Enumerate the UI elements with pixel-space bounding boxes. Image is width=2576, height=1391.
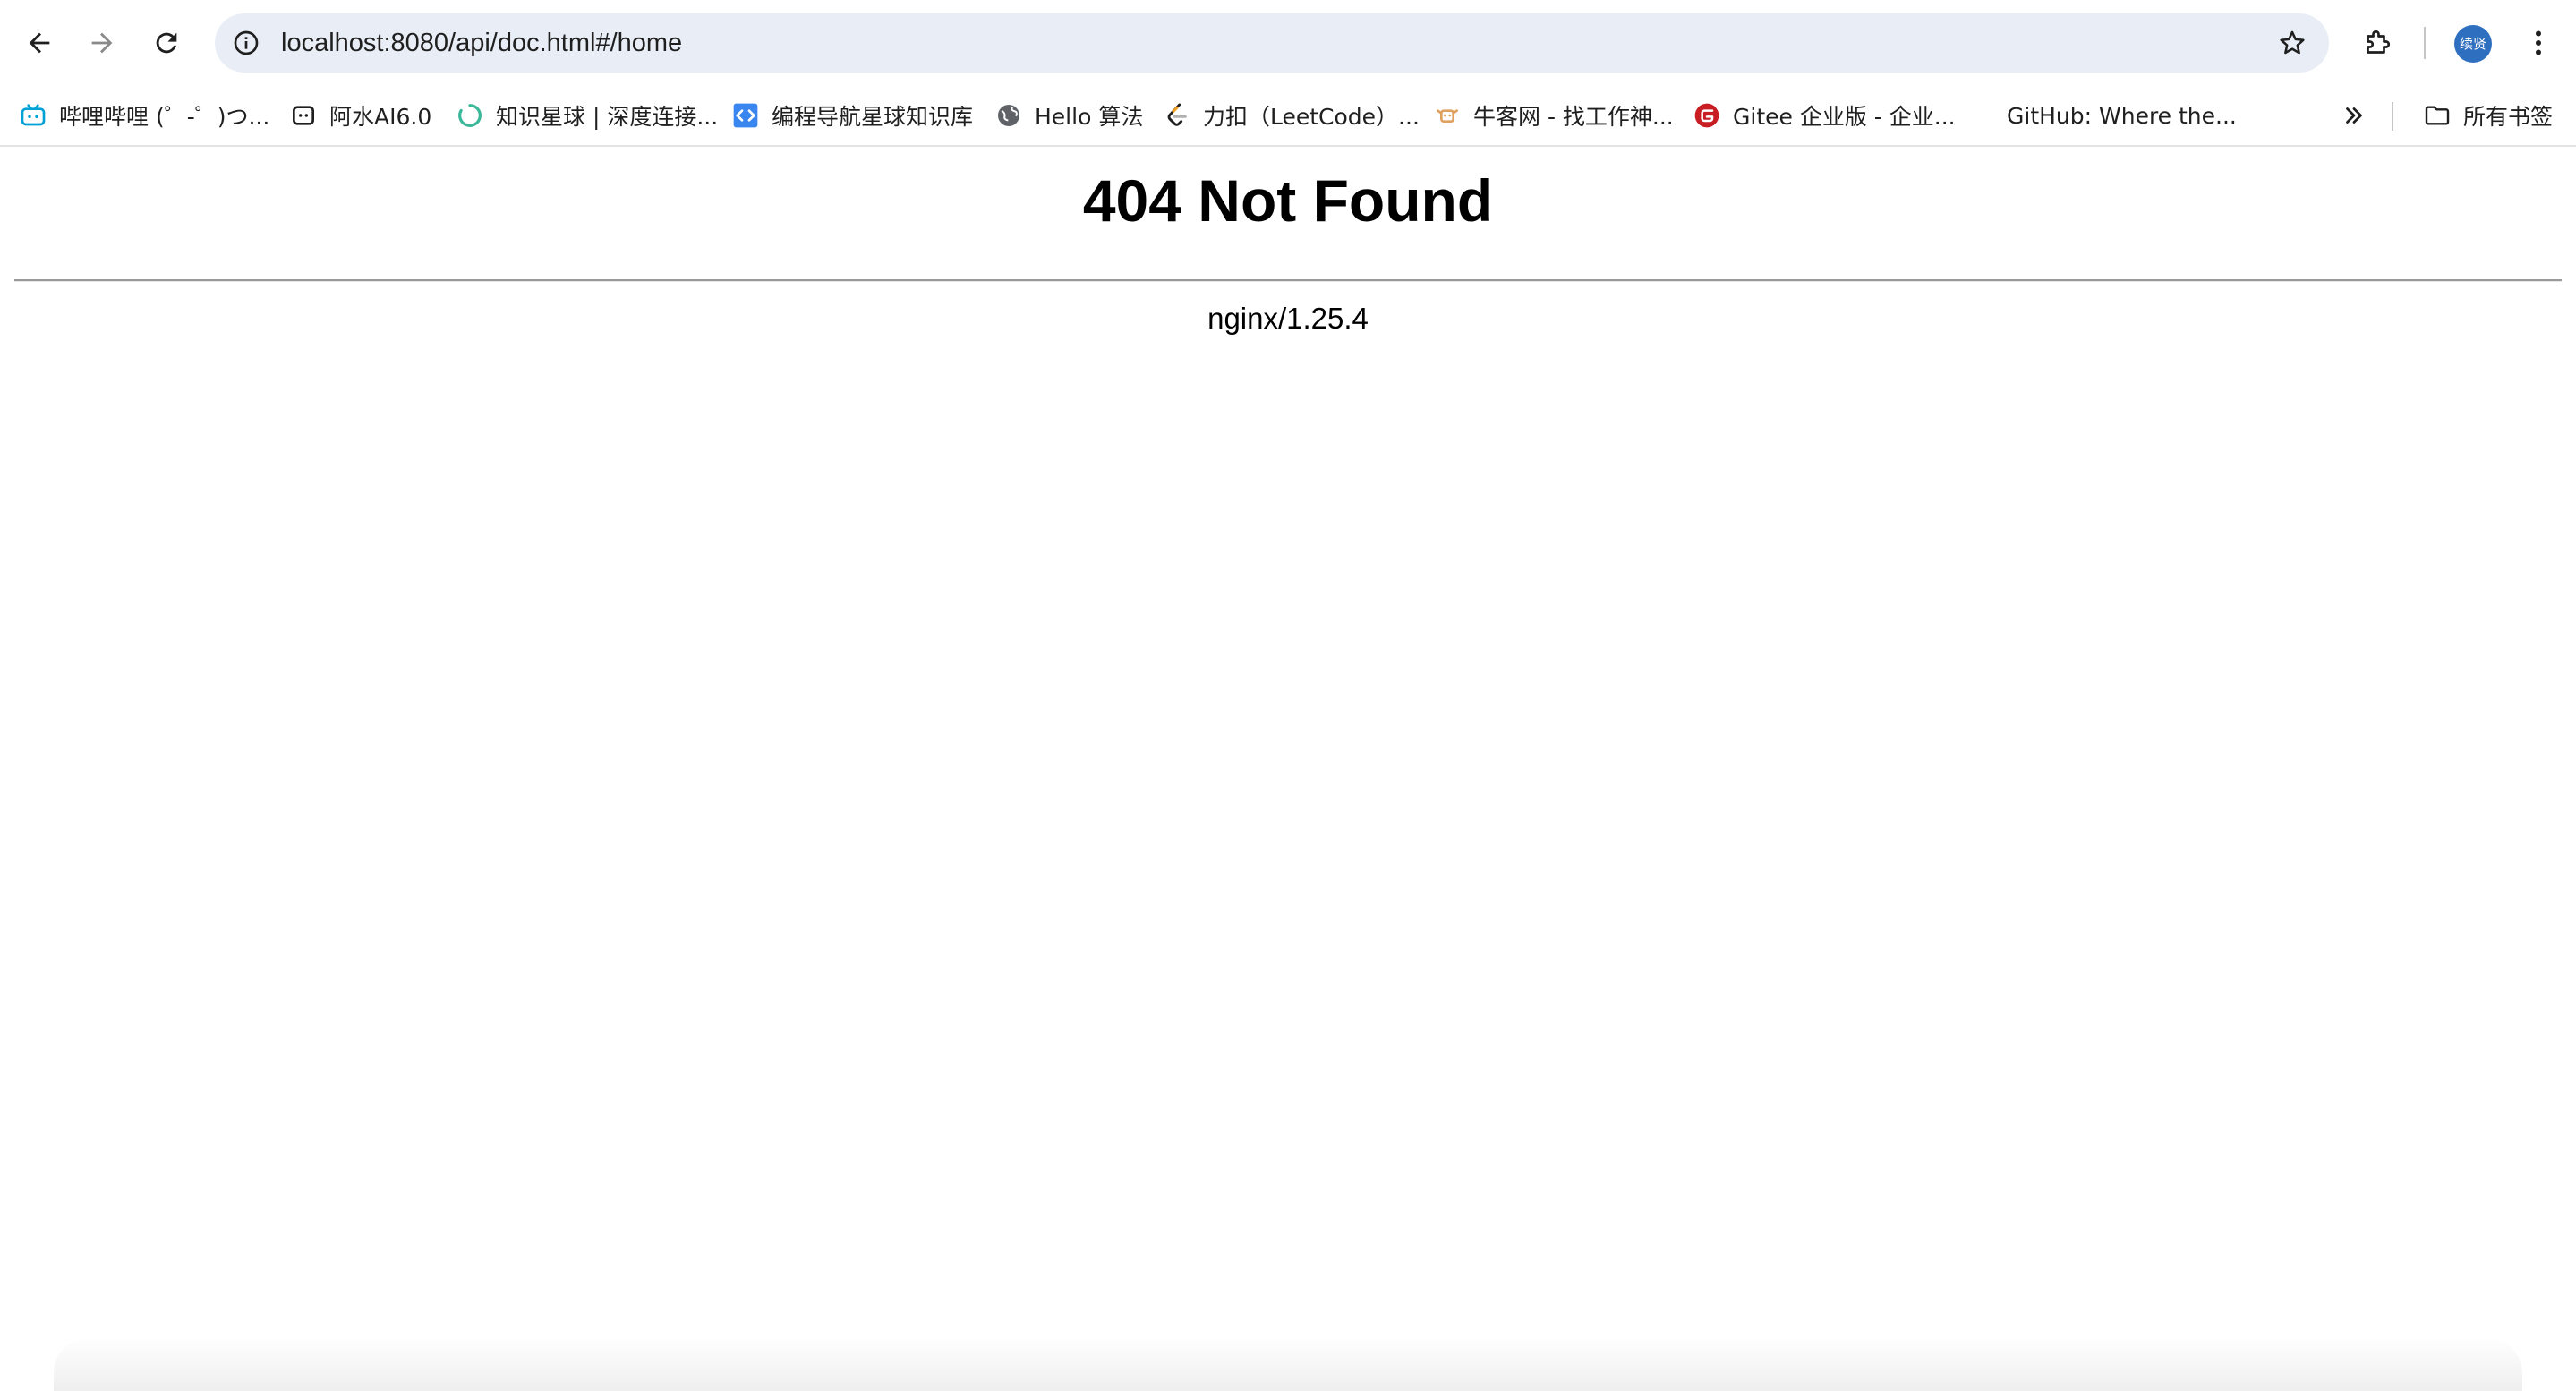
leetcode-icon: [1162, 100, 1192, 131]
bookmark-label: 力扣（LeetCode）...: [1203, 104, 1420, 130]
bookmark-label: Gitee 企业版 - 企业...: [1733, 104, 1956, 130]
browser-menu-button[interactable]: [2515, 20, 2562, 66]
extensions-button[interactable]: [2354, 20, 2401, 66]
bookmark-label: Hello 算法: [1035, 104, 1144, 130]
puzzle-icon: [2367, 30, 2391, 54]
url-text[interactable]: localhost:8080/api/doc.html#/home: [281, 13, 682, 73]
site-info-button[interactable]: [227, 24, 265, 62]
bookmark-label: 哔哩哔哩 (゜-゜)つ...: [59, 104, 270, 130]
bookmark-label: 牛客网 - 找工作神...: [1473, 104, 1674, 130]
bilibili-icon: [18, 100, 48, 131]
bookmarks-divider: [2392, 102, 2393, 131]
bookmark-hello-algo[interactable]: Hello 算法: [994, 86, 1143, 145]
bookmark-bilibili[interactable]: 哔哩哔哩 (゜-゜)つ...: [18, 86, 269, 145]
bookmark-label: 阿水AI6.0: [329, 104, 432, 130]
all-bookmarks-button[interactable]: 所有书签: [2422, 86, 2553, 145]
arrow-right-icon: [91, 32, 113, 54]
gitee-icon: [1692, 100, 1722, 131]
info-icon: [234, 30, 259, 55]
page-title: 404 Not Found: [1082, 167, 1494, 234]
more-vertical-icon: [2536, 30, 2541, 55]
server-signature: nginx/1.25.4: [1207, 302, 1369, 335]
reload-button[interactable]: [143, 20, 190, 66]
globe-icon: [994, 100, 1024, 131]
browser-window: localhost:8080/api/doc.html#/home 续贤 哔哩哔…: [0, 0, 2576, 1391]
chevron-double-right-icon: [2346, 107, 2362, 124]
bookmark-zsxq[interactable]: 知识星球 | 深度连接...: [455, 86, 718, 145]
bookmark-label: 知识星球 | 深度连接...: [496, 104, 719, 130]
back-button[interactable]: [16, 20, 63, 66]
bookmark-github[interactable]: GitHub: Where the...: [1966, 86, 2237, 145]
window-bottom-shadow: [54, 1337, 2522, 1391]
bookmark-nowcoder[interactable]: 牛客网 - 找工作神...: [1432, 86, 1674, 145]
bookmarks-bar: 哔哩哔哩 (゜-゜)つ... 阿水AI6.0 知识星球 | 深度连接... 编程…: [0, 86, 2576, 147]
forward-button[interactable]: [79, 20, 125, 66]
code-nav-icon: [730, 100, 761, 131]
bookmark-label: GitHub: Where the...: [2007, 102, 2237, 129]
page-content: 404 Not Found nginx/1.25.4: [0, 147, 2576, 1391]
nowcoder-icon: [1432, 100, 1463, 131]
folder-icon: [2422, 100, 2452, 131]
horizontal-rule: [14, 279, 2562, 282]
bookmark-code-nav[interactable]: 编程导航星球知识库: [730, 86, 973, 145]
robot-icon: [288, 100, 319, 131]
bookmark-label: 编程导航星球知识库: [772, 104, 974, 130]
star-icon: [2280, 30, 2305, 55]
bookmark-star-button[interactable]: [2273, 24, 2311, 62]
github-icon: [1966, 100, 1996, 131]
browser-toolbar: localhost:8080/api/doc.html#/home 续贤: [0, 0, 2576, 86]
zsxq-icon: [455, 100, 485, 131]
more-bookmarks-button[interactable]: [2336, 86, 2372, 145]
arrow-left-icon: [29, 32, 50, 54]
all-bookmarks-label: 所有书签: [2463, 104, 2554, 130]
bookmark-gitee[interactable]: Gitee 企业版 - 企业...: [1692, 86, 1956, 145]
bookmark-ashui-ai[interactable]: 阿水AI6.0: [288, 86, 431, 145]
profile-avatar[interactable]: 续贤: [2454, 25, 2492, 63]
reload-icon: [156, 32, 177, 54]
bookmark-leetcode[interactable]: 力扣（LeetCode）...: [1162, 86, 1420, 145]
address-bar[interactable]: localhost:8080/api/doc.html#/home: [215, 13, 2329, 73]
toolbar-divider: [2424, 27, 2426, 59]
